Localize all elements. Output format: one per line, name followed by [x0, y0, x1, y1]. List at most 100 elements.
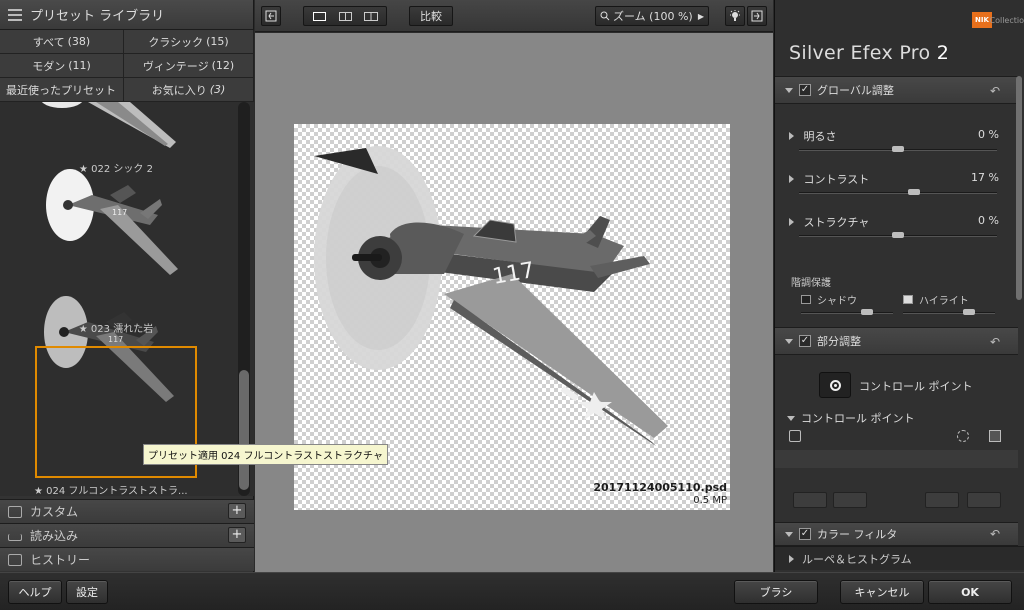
- hide-library-button[interactable]: [261, 6, 281, 26]
- add-import-button[interactable]: +: [228, 527, 246, 543]
- global-enable-checkbox[interactable]: ✓: [799, 84, 811, 96]
- local-enable-checkbox[interactable]: ✓: [799, 335, 811, 347]
- section-title: ルーペ＆ヒストグラム: [802, 552, 912, 566]
- collapse-icon: [787, 415, 795, 421]
- undo-icon[interactable]: ↶: [990, 84, 1000, 98]
- section-title: 部分調整: [817, 335, 861, 348]
- side-by-side-button[interactable]: [358, 7, 384, 25]
- preset-library-header[interactable]: プリセット ライブラリ: [0, 0, 253, 30]
- add-control-point-button[interactable]: [819, 372, 851, 398]
- control-point-icon: [829, 379, 841, 391]
- reset-point-button[interactable]: [925, 492, 959, 508]
- delete-point-button[interactable]: [967, 492, 1001, 508]
- slider-label: 明るさ: [803, 130, 837, 143]
- brightness-slider[interactable]: 明るさ 0 %: [789, 128, 1001, 152]
- filter-vintage[interactable]: ヴィンテージ (12): [124, 54, 254, 78]
- slider-knob[interactable]: [963, 309, 975, 315]
- group-point-button[interactable]: [833, 492, 867, 508]
- zoom-arrow-icon: ▶: [697, 11, 704, 21]
- mobile-icon[interactable]: [789, 430, 801, 442]
- split-view-button[interactable]: [332, 7, 358, 25]
- highlight-slider-track[interactable]: [903, 309, 995, 315]
- local-adjustments-header[interactable]: ✓ 部分調整 ↶: [775, 327, 1018, 355]
- slider-knob[interactable]: [907, 189, 920, 195]
- shadow-slider-track[interactable]: [801, 309, 893, 315]
- compare-button[interactable]: 比較: [409, 6, 453, 26]
- svg-text:117: 117: [108, 335, 123, 344]
- expand-icon: [789, 175, 794, 183]
- folder-icon: [8, 505, 22, 518]
- filter-label: すべて: [32, 35, 65, 49]
- filter-recent[interactable]: 最近使ったプリセット: [0, 78, 124, 102]
- scrollbar-thumb[interactable]: [239, 370, 249, 490]
- ok-button[interactable]: OK: [928, 580, 1012, 604]
- section-custom[interactable]: カスタム +: [0, 499, 254, 523]
- file-name: 20171124005110.psd: [593, 481, 727, 494]
- brush-button[interactable]: ブラシ: [734, 580, 818, 604]
- background-toggle-button[interactable]: [725, 6, 745, 26]
- settings-button[interactable]: 設定: [66, 580, 108, 604]
- filter-count: (11): [68, 59, 91, 72]
- bottom-bar: ヘルプ 設定 ブラシ キャンセル OK: [0, 572, 1024, 610]
- panel-scrollbar[interactable]: [1016, 76, 1022, 300]
- history-icon: [8, 553, 22, 566]
- highlight-control[interactable]: ハイライト: [903, 292, 969, 307]
- expand-icon: [789, 132, 794, 140]
- filter-favorites[interactable]: お気に入り (3): [124, 78, 254, 102]
- filter-classic[interactable]: クラシック (15): [124, 30, 254, 54]
- section-title: カラー フィルタ: [817, 528, 898, 541]
- section-label: カスタム: [30, 505, 79, 519]
- control-point-list-header[interactable]: コントロール ポイント: [787, 410, 915, 426]
- filter-count: (38): [67, 35, 91, 48]
- add-custom-button[interactable]: +: [228, 503, 246, 519]
- preset-list-scrollbar[interactable]: [238, 102, 250, 496]
- hide-panel-button[interactable]: [747, 6, 767, 26]
- filter-label: モダン: [32, 59, 66, 73]
- preset-thumbnail-list[interactable]: ★ 022 シック 2 117 ★ 023 濡れた岩 117 ★ 024 フルコ…: [0, 102, 254, 496]
- expand-icon: [789, 554, 794, 563]
- preset-thumbnail-023[interactable]: 117: [0, 165, 232, 285]
- product-title: Silver Efex Pro 2: [789, 42, 949, 64]
- slider-track[interactable]: [799, 232, 997, 238]
- help-button[interactable]: ヘルプ: [8, 580, 62, 604]
- contrast-slider[interactable]: コントラスト 17 %: [789, 171, 1001, 195]
- single-view-icon: [312, 11, 326, 21]
- split-view-icon: [338, 11, 352, 21]
- preset-thumbnail-022[interactable]: [0, 102, 232, 162]
- duplicate-point-button[interactable]: [793, 492, 827, 508]
- preset-label-022: ★ 022 シック 2: [79, 164, 153, 175]
- filter-all[interactable]: すべて (38): [0, 30, 124, 54]
- slider-label: コントラスト: [803, 173, 870, 186]
- panel-right-icon: [751, 10, 763, 22]
- slider-knob[interactable]: [861, 309, 873, 315]
- undo-icon[interactable]: ↶: [990, 527, 1000, 541]
- section-label: 読み込み: [30, 529, 79, 543]
- selection-circle-icon[interactable]: [957, 430, 969, 442]
- section-history[interactable]: ヒストリー: [0, 547, 254, 571]
- lightbulb-icon: [730, 10, 740, 21]
- structure-slider[interactable]: ストラクチャ 0 %: [789, 214, 1001, 238]
- slider-track[interactable]: [799, 189, 997, 195]
- slider-knob[interactable]: [892, 232, 904, 238]
- loupe-histogram-header[interactable]: ルーペ＆ヒストグラム: [775, 546, 1024, 570]
- control-point-list-label: コントロール ポイント: [801, 412, 915, 425]
- section-import[interactable]: 読み込み +: [0, 523, 254, 547]
- slider-track[interactable]: [799, 146, 997, 152]
- shadow-control[interactable]: シャドウ: [801, 292, 857, 307]
- control-point-list[interactable]: [775, 450, 1018, 468]
- preset-label-023: ★ 023 濡れた岩: [78, 324, 154, 335]
- global-adjustments-header[interactable]: ✓ グローバル調整 ↶: [775, 76, 1018, 104]
- magnifier-icon: [600, 11, 610, 21]
- color-filter-checkbox[interactable]: ✓: [799, 528, 811, 540]
- zoom-button[interactable]: ズーム (100 %) ▶: [595, 6, 709, 26]
- single-view-button[interactable]: [306, 7, 332, 25]
- preset-label-024: ★ 024 フルコントラストストラ...: [34, 486, 188, 496]
- filter-modern[interactable]: モダン (11): [0, 54, 124, 78]
- show-mask-icon[interactable]: [989, 430, 1001, 442]
- undo-icon[interactable]: ↶: [990, 335, 1000, 349]
- cancel-button[interactable]: キャンセル: [840, 580, 924, 604]
- color-filter-header[interactable]: ✓ カラー フィルタ ↶: [775, 522, 1018, 546]
- menu-icon: [8, 8, 22, 21]
- library-sections: カスタム + 読み込み + ヒストリー: [0, 499, 254, 571]
- slider-knob[interactable]: [892, 146, 904, 152]
